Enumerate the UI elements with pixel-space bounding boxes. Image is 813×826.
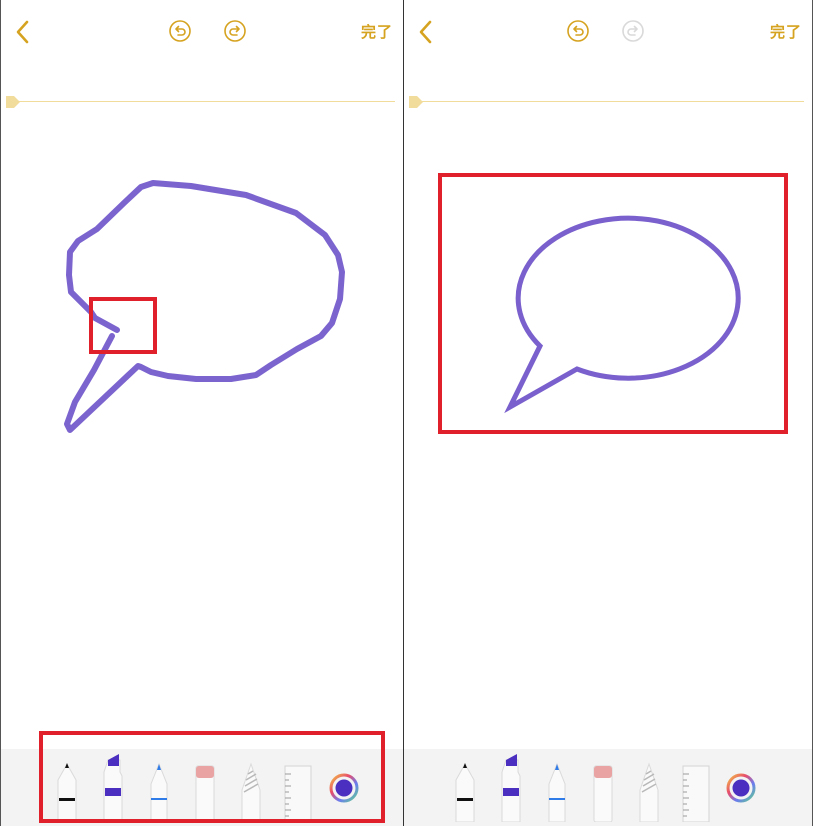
lasso-tool[interactable] <box>237 750 265 822</box>
ruler-tool[interactable] <box>283 750 313 822</box>
back-button[interactable] <box>11 18 35 46</box>
ruler-handle-icon[interactable] <box>408 95 424 109</box>
marker-tool[interactable] <box>99 750 127 822</box>
top-bar: 完了 <box>404 0 812 62</box>
chevron-left-icon <box>16 20 29 44</box>
eraser-tool[interactable] <box>191 750 219 822</box>
pencil-tool[interactable] <box>543 750 571 822</box>
color-wheel-icon[interactable] <box>726 773 756 803</box>
lasso-tool[interactable] <box>635 750 663 822</box>
drawing-canvas[interactable] <box>1 110 404 750</box>
ruler-handle-icon[interactable] <box>5 95 21 109</box>
ruler-guide-line <box>9 101 395 102</box>
redo-icon <box>224 20 246 42</box>
done-button[interactable]: 完了 <box>770 21 802 42</box>
redo-button-disabled[interactable] <box>621 19 645 43</box>
ruler-tool[interactable] <box>681 750 711 822</box>
undo-button[interactable] <box>566 19 590 43</box>
pen-tool[interactable] <box>451 750 479 822</box>
top-bar: 完了 <box>1 0 403 62</box>
right-screen: 完了 <box>404 0 813 826</box>
back-button[interactable] <box>414 18 438 46</box>
undo-icon <box>567 20 589 42</box>
redo-button[interactable] <box>223 19 247 43</box>
color-wheel-icon[interactable] <box>329 773 359 803</box>
ruler-guide-line <box>412 101 804 102</box>
left-screen: 完了 <box>0 0 404 826</box>
done-button[interactable]: 完了 <box>361 21 393 42</box>
undo-button[interactable] <box>168 19 192 43</box>
redo-icon <box>622 20 644 42</box>
pencil-tool[interactable] <box>145 750 173 822</box>
tool-palette <box>1 749 403 826</box>
tool-palette <box>404 749 812 826</box>
speech-bubble-drawing <box>504 215 741 414</box>
chevron-left-icon <box>419 20 432 44</box>
speech-bubble-drawing <box>64 180 345 433</box>
pen-tool[interactable] <box>53 750 81 822</box>
marker-tool[interactable] <box>497 750 525 822</box>
eraser-tool[interactable] <box>589 750 617 822</box>
drawing-canvas[interactable] <box>404 110 813 750</box>
undo-icon <box>169 20 191 42</box>
